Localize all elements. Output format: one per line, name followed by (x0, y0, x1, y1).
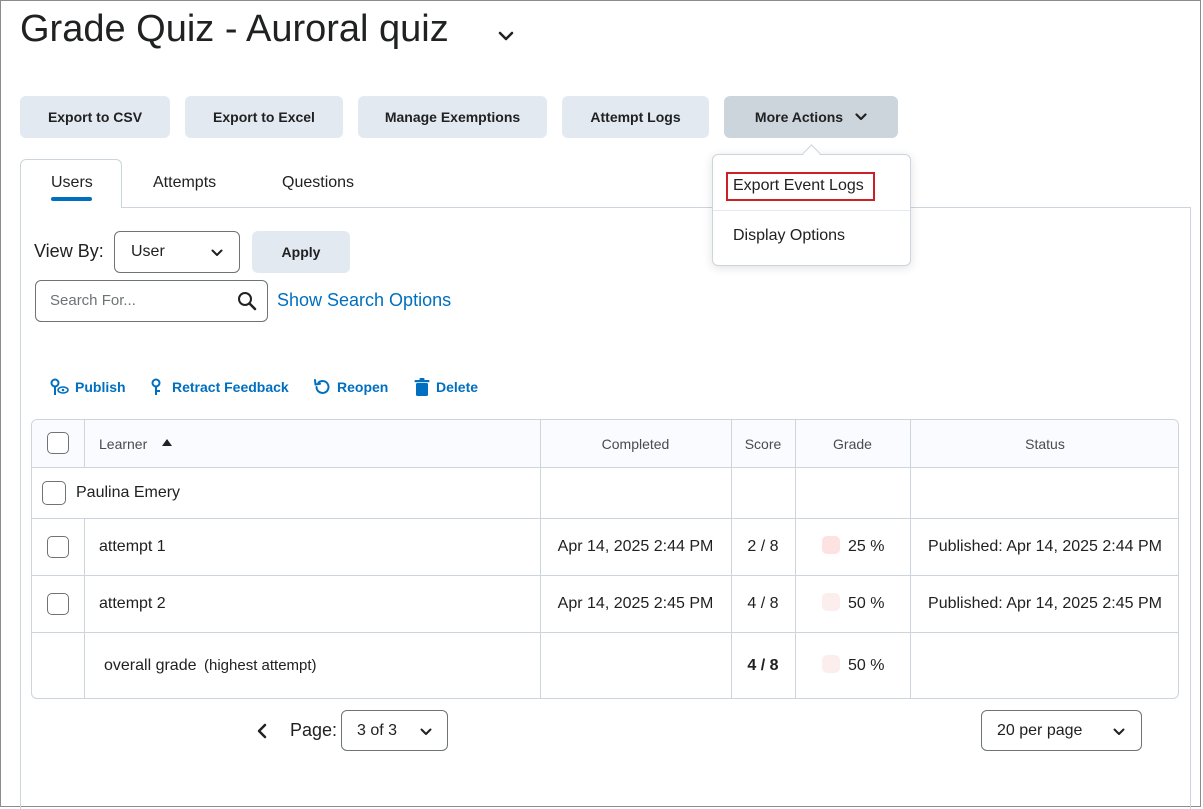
menu-item-focus-highlight (726, 172, 875, 201)
learner-group-checkbox[interactable] (42, 481, 66, 505)
overall-score: 4 / 8 (747, 657, 779, 674)
grade-color-indicator (822, 655, 840, 673)
attempt-link[interactable]: attempt 1 (99, 538, 166, 556)
page-label: Page: (290, 720, 338, 740)
per-page-value: 20 per page (997, 722, 1083, 739)
view-by-select[interactable]: User (114, 231, 240, 273)
completed-date: Apr 14, 2025 2:45 PM (557, 595, 714, 612)
publish-action[interactable]: Publish (50, 378, 126, 396)
display-options-menu-item[interactable]: Display Options (733, 227, 845, 245)
overall-grade-note: (highest attempt) (204, 657, 317, 674)
completed-date: Apr 14, 2025 2:44 PM (557, 538, 714, 555)
tabs-divider (122, 207, 1191, 208)
sort-ascending-icon[interactable] (161, 438, 173, 447)
export-excel-button[interactable]: Export to Excel (185, 96, 343, 138)
search-placeholder: Search For... (50, 292, 136, 309)
status-value: Published: Apr 14, 2025 2:45 PM (928, 595, 1162, 612)
tab-questions[interactable]: Questions (282, 174, 354, 192)
grades-table: Learner Completed Score Grade Status Pau… (31, 419, 1179, 699)
publish-icon (50, 378, 69, 395)
search-icon[interactable] (237, 291, 257, 311)
reopen-action[interactable]: Reopen (313, 378, 388, 396)
row-divider (32, 518, 1178, 519)
delete-label: Delete (436, 379, 479, 395)
row-divider (32, 632, 1178, 633)
learner-name: Paulina Emery (76, 484, 181, 501)
menu-pointer-cover (713, 159, 910, 173)
show-search-options-link[interactable]: Show Search Options (277, 290, 451, 311)
grade-column-header: Grade (833, 436, 872, 452)
menu-separator (713, 210, 910, 211)
score-value: 4 / 8 (747, 595, 779, 612)
view-by-value: User (131, 243, 165, 260)
apply-button[interactable]: Apply (252, 231, 350, 273)
page-select-value: 3 of 3 (357, 722, 398, 739)
col-divider (910, 420, 911, 698)
export-csv-button[interactable]: Export to CSV (20, 96, 170, 138)
retract-feedback-icon (151, 378, 161, 395)
status-column-header: Status (1025, 436, 1065, 452)
status-value: Published: Apr 14, 2025 2:44 PM (928, 538, 1162, 555)
col-divider (84, 518, 85, 698)
col-divider (540, 420, 541, 698)
reopen-label: Reopen (337, 379, 389, 395)
chevron-down-icon (211, 249, 223, 256)
publish-label: Publish (75, 379, 126, 395)
reopen-icon (314, 379, 330, 394)
retract-feedback-label: Retract Feedback (172, 379, 289, 395)
row-divider (32, 575, 1178, 576)
delete-action[interactable]: Delete (414, 378, 478, 396)
score-value: 2 / 8 (747, 538, 779, 555)
row-checkbox[interactable] (47, 536, 69, 558)
more-actions-label: More Actions (754, 109, 844, 125)
row-checkbox[interactable] (47, 593, 69, 615)
score-column-header: Score (744, 436, 782, 452)
per-page-select[interactable]: 20 per page (981, 710, 1142, 751)
page-title: Grade Quiz - Auroral quiz (20, 8, 449, 50)
grade-color-indicator (822, 536, 840, 554)
completed-column-header: Completed (601, 436, 670, 452)
trash-icon (414, 378, 430, 396)
tab-active-indicator (51, 197, 92, 201)
attempt-logs-button[interactable]: Attempt Logs (562, 96, 709, 138)
retract-feedback-action[interactable]: Retract Feedback (149, 378, 289, 396)
title-chevron-down-icon[interactable] (498, 30, 514, 42)
more-actions-button[interactable]: More Actions (724, 96, 898, 138)
view-by-label: View By: (34, 241, 104, 261)
learner-column-header[interactable]: Learner (99, 436, 147, 452)
select-all-checkbox[interactable] (47, 432, 69, 454)
chevron-down-icon (420, 728, 432, 735)
grade-value: 50 % (848, 595, 885, 612)
overall-grade-link[interactable]: overall grade (104, 657, 197, 675)
overall-grade-value: 50 % (848, 657, 885, 674)
grade-color-indicator (822, 593, 840, 611)
manage-exemptions-button[interactable]: Manage Exemptions (358, 96, 547, 138)
col-divider (795, 420, 796, 698)
tab-attempts[interactable]: Attempts (153, 174, 216, 192)
previous-page-icon[interactable] (256, 723, 268, 739)
page-select[interactable]: 3 of 3 (341, 710, 448, 751)
chevron-down-icon (855, 113, 867, 121)
chevron-down-icon (1113, 728, 1125, 735)
col-divider (84, 420, 85, 467)
attempt-link[interactable]: attempt 2 (99, 595, 166, 613)
tab-users-label[interactable]: Users (51, 174, 93, 192)
grade-value: 25 % (848, 538, 885, 555)
